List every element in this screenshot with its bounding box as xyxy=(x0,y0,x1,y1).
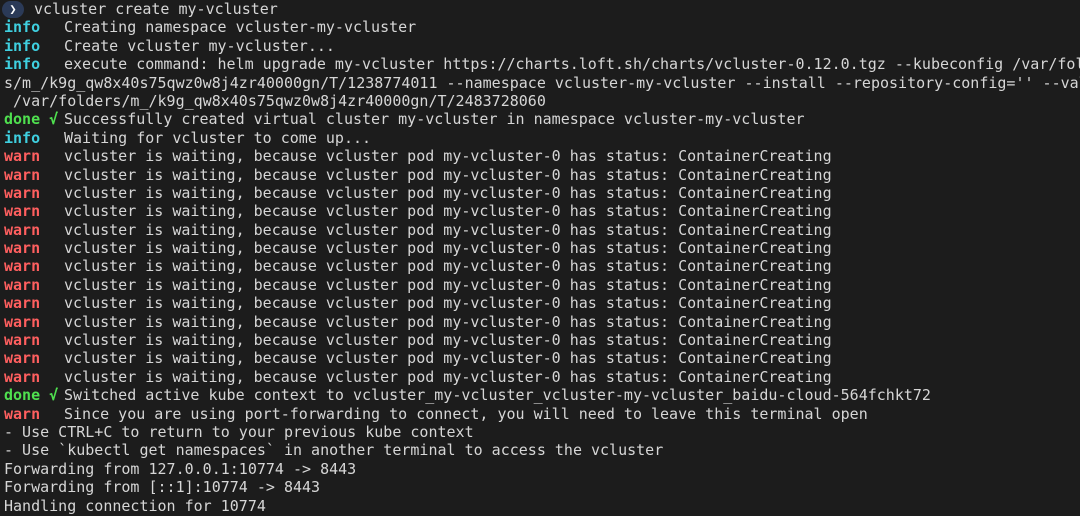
log-level-warn: warn xyxy=(4,275,41,294)
log-message: vcluster is waiting, because vcluster po… xyxy=(64,312,832,331)
log-message: vcluster is waiting, because vcluster po… xyxy=(64,331,832,350)
log-message: vcluster is waiting, because vcluster po… xyxy=(64,275,832,294)
log-message: vcluster is waiting, because vcluster po… xyxy=(64,165,832,184)
output-line: warn vcluster is waiting, because vcluste… xyxy=(4,331,1080,349)
log-message: - Use `kubectl get namespaces` in anothe… xyxy=(4,441,664,460)
log-level-warn: warn xyxy=(4,183,41,202)
terminal-window[interactable]: ❯ vcluster create my-vcluster info Creatin… xyxy=(0,0,1080,516)
command-text: vcluster create my-vcluster xyxy=(34,0,278,18)
output-line: warn vcluster is waiting, because vcluste… xyxy=(4,202,1080,220)
log-level-info: info xyxy=(4,36,41,55)
output-line: warn vcluster is waiting, because vcluste… xyxy=(4,221,1080,239)
output-line: warn vcluster is waiting, because vcluste… xyxy=(4,184,1080,202)
log-level-done: done √ xyxy=(4,386,59,405)
output-line: done √ Successfully created virtual clust… xyxy=(4,110,1080,128)
output-line: info execute command: helm upgrade my-vcl… xyxy=(4,55,1080,73)
log-message: vcluster is waiting, because vcluster po… xyxy=(64,220,832,239)
output-line: warn vcluster is waiting, because vcluste… xyxy=(4,313,1080,331)
log-message: Waiting for vcluster to come up... xyxy=(64,128,372,147)
output-line: info Create vcluster my-vcluster... xyxy=(4,37,1080,55)
log-level-warn: warn xyxy=(4,349,41,368)
log-message: s/m_/k9g_qw8x40s75qwz0w8j4zr40000gn/T/12… xyxy=(4,73,1080,92)
output-line: done √ Switched active kube context to vc… xyxy=(4,386,1080,404)
output-line: info Creating namespace vcluster-my-vclus… xyxy=(4,18,1080,36)
log-level-info: info xyxy=(4,128,41,147)
log-level-info: info xyxy=(4,18,41,37)
log-level-warn: warn xyxy=(4,312,41,331)
output-line: Handling connection for 10774 xyxy=(4,497,1080,515)
log-message: vcluster is waiting, because vcluster po… xyxy=(64,202,832,221)
output-line: warn vcluster is waiting, because vcluste… xyxy=(4,239,1080,257)
log-message: vcluster is waiting, because vcluster po… xyxy=(64,349,832,368)
log-level-warn: warn xyxy=(4,331,41,350)
log-message: /var/folders/m_/k9g_qw8x40s75qwz0w8j4zr4… xyxy=(4,91,546,110)
output-line: warn Since you are using port-forwarding … xyxy=(4,405,1080,423)
log-message: vcluster is waiting, because vcluster po… xyxy=(64,147,832,166)
log-level-info: info xyxy=(4,55,41,74)
log-message: Creating namespace vcluster-my-vcluster xyxy=(64,18,417,37)
output-line: warn vcluster is waiting, because vcluste… xyxy=(4,257,1080,275)
log-message: Create vcluster my-vcluster... xyxy=(64,36,335,55)
log-level-warn: warn xyxy=(4,239,41,258)
prompt-line: ❯ vcluster create my-vcluster xyxy=(2,0,1080,18)
log-level-warn: warn xyxy=(4,294,41,313)
output-line: warn vcluster is waiting, because vcluste… xyxy=(4,147,1080,165)
log-message: Switched active kube context to vcluster… xyxy=(64,386,931,405)
log-message: execute command: helm upgrade my-vcluste… xyxy=(64,55,1080,74)
output-line: warn vcluster is waiting, because vcluste… xyxy=(4,368,1080,386)
output-line: s/m_/k9g_qw8x40s75qwz0w8j4zr40000gn/T/12… xyxy=(4,74,1080,92)
log-level-warn: warn xyxy=(4,165,41,184)
log-level-done: done √ xyxy=(4,110,59,129)
log-message: Forwarding from [::1]:10774 -> 8443 xyxy=(4,478,321,497)
log-message: vcluster is waiting, because vcluster po… xyxy=(64,239,832,258)
log-level-warn: warn xyxy=(4,257,41,276)
output-line: warn vcluster is waiting, because vcluste… xyxy=(4,349,1080,367)
log-message: Successfully created virtual cluster my-… xyxy=(64,110,805,129)
log-message: vcluster is waiting, because vcluster po… xyxy=(64,367,832,386)
output-line: Forwarding from 127.0.0.1:10774 -> 8443 xyxy=(4,460,1080,478)
output-line: /var/folders/m_/k9g_qw8x40s75qwz0w8j4zr4… xyxy=(4,92,1080,110)
output-line: warn vcluster is waiting, because vcluste… xyxy=(4,166,1080,184)
prompt-chevron-icon: ❯ xyxy=(2,0,24,18)
log-level-warn: warn xyxy=(4,220,41,239)
log-message: Forwarding from 127.0.0.1:10774 -> 8443 xyxy=(4,459,357,478)
output-line: warn vcluster is waiting, because vcluste… xyxy=(4,294,1080,312)
log-message: Handling connection for 10774 xyxy=(4,496,266,515)
log-level-warn: warn xyxy=(4,147,41,166)
terminal-output: info Creating namespace vcluster-my-vclus… xyxy=(4,18,1080,515)
log-message: Since you are using port-forwarding to c… xyxy=(64,404,868,423)
log-message: vcluster is waiting, because vcluster po… xyxy=(64,294,832,313)
output-line: warn vcluster is waiting, because vcluste… xyxy=(4,276,1080,294)
log-level-warn: warn xyxy=(4,367,41,386)
log-level-warn: warn xyxy=(4,202,41,221)
output-line: info Waiting for vcluster to come up... xyxy=(4,129,1080,147)
output-line: - Use CTRL+C to return to your previous … xyxy=(4,423,1080,441)
output-line: Forwarding from [::1]:10774 -> 8443 xyxy=(4,478,1080,496)
output-line: - Use `kubectl get namespaces` in anothe… xyxy=(4,441,1080,459)
log-message: - Use CTRL+C to return to your previous … xyxy=(4,422,474,441)
log-message: vcluster is waiting, because vcluster po… xyxy=(64,257,832,276)
log-message: vcluster is waiting, because vcluster po… xyxy=(64,183,832,202)
log-level-warn: warn xyxy=(4,404,41,423)
